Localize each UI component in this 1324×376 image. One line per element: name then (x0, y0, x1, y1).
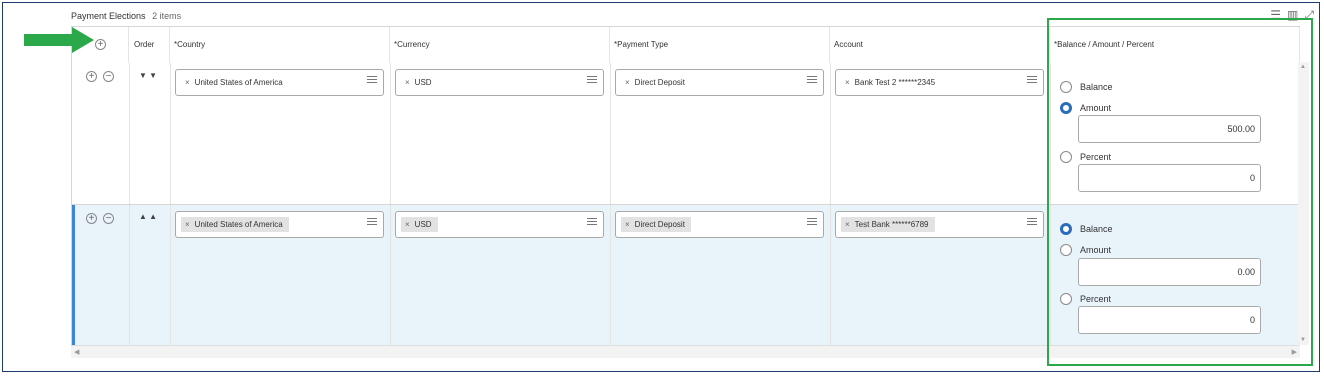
account-field[interactable]: × Test Bank ******6789 (835, 211, 1044, 238)
column-divider (170, 63, 171, 204)
x-icon[interactable]: × (405, 220, 410, 229)
highlight-box (1047, 18, 1313, 366)
header-account: Account (830, 27, 1050, 63)
column-divider (830, 63, 831, 204)
country-value: United States of America (194, 220, 283, 229)
currency-value: USD (414, 220, 432, 229)
list-icon[interactable] (807, 218, 817, 226)
x-icon[interactable]: × (185, 220, 190, 229)
payment-type-value: Direct Deposit (634, 78, 685, 87)
currency-field[interactable]: × USD (395, 211, 604, 238)
payment-type-chip: × Direct Deposit (621, 75, 691, 90)
column-divider (830, 205, 831, 345)
list-icon[interactable] (367, 218, 377, 226)
country-field[interactable]: × United States of America (175, 211, 384, 238)
list-icon[interactable] (1027, 218, 1037, 226)
country-value: United States of America (194, 78, 283, 87)
x-icon[interactable]: × (625, 78, 630, 87)
header-payment-type: *Payment Type (610, 27, 830, 63)
country-chip: × United States of America (181, 217, 289, 232)
order-controls[interactable]: ▼ ▼ (139, 71, 157, 80)
list-icon[interactable] (807, 76, 817, 84)
x-icon[interactable]: × (845, 220, 850, 229)
column-divider (129, 205, 130, 345)
country-chip: × United States of America (181, 75, 289, 90)
column-divider (390, 63, 391, 204)
column-divider (610, 205, 611, 345)
account-chip: × Test Bank ******6789 (841, 217, 935, 232)
list-icon[interactable] (1027, 76, 1037, 84)
column-divider (390, 205, 391, 345)
column-divider (129, 63, 130, 204)
account-field[interactable]: × Bank Test 2 ******2345 (835, 69, 1044, 96)
order-controls[interactable]: ▲ ▲ (139, 212, 157, 221)
scroll-left-icon[interactable]: ◀ (74, 348, 79, 356)
payment-type-field[interactable]: × Direct Deposit (615, 211, 824, 238)
x-icon[interactable]: × (185, 78, 190, 87)
currency-chip: × USD (401, 75, 438, 90)
currency-field[interactable]: × USD (395, 69, 604, 96)
x-icon[interactable]: × (625, 220, 630, 229)
add-row-icon[interactable]: + (86, 71, 97, 82)
header-country: *Country (170, 27, 390, 63)
currency-value: USD (414, 78, 432, 87)
x-icon[interactable]: × (405, 78, 410, 87)
currency-chip: × USD (401, 217, 438, 232)
add-row-icon[interactable]: + (86, 213, 97, 224)
payment-type-value: Direct Deposit (634, 220, 685, 229)
column-divider (610, 63, 611, 204)
account-value: Test Bank ******6789 (854, 220, 929, 229)
remove-row-icon[interactable]: − (103, 213, 114, 224)
list-icon[interactable] (587, 76, 597, 84)
payment-type-field[interactable]: × Direct Deposit (615, 69, 824, 96)
country-field[interactable]: × United States of America (175, 69, 384, 96)
header-order: Order (129, 27, 170, 63)
section-title-text: Payment Elections (71, 11, 146, 21)
section-title: Payment Elections 2 items (71, 11, 181, 21)
payment-type-chip: × Direct Deposit (621, 217, 691, 232)
remove-row-icon[interactable]: − (103, 71, 114, 82)
list-icon[interactable] (367, 76, 377, 84)
column-divider (170, 205, 171, 345)
list-icon[interactable] (587, 218, 597, 226)
x-icon[interactable]: × (845, 78, 850, 87)
account-chip: × Bank Test 2 ******2345 (841, 75, 941, 90)
header-currency: *Currency (390, 27, 610, 63)
green-arrow-icon (24, 27, 94, 53)
account-value: Bank Test 2 ******2345 (854, 78, 936, 87)
item-count: 2 items (152, 11, 182, 21)
